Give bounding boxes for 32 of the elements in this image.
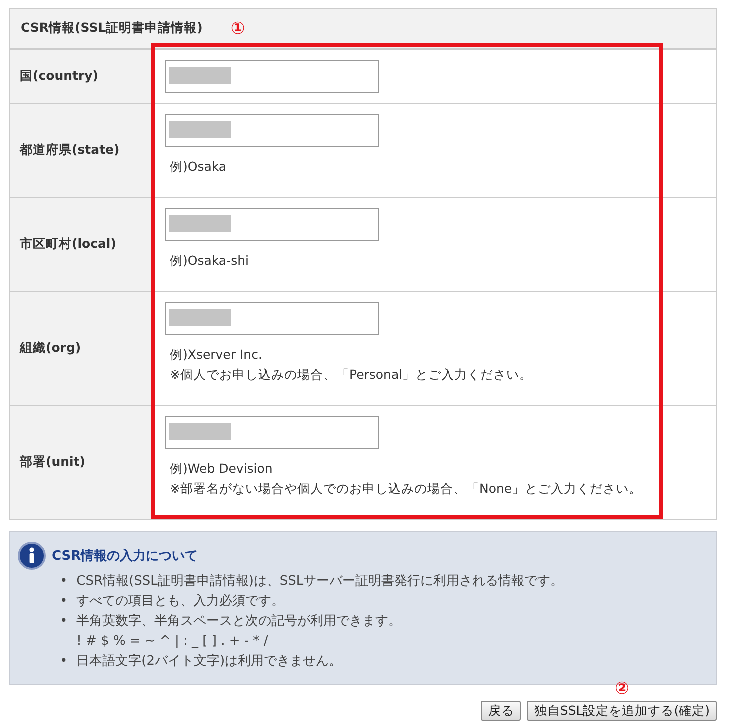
info-title: CSR情報の入力について — [52, 548, 198, 565]
step-marker: ② — [615, 679, 630, 699]
hint-text: ※個人でお申し込みの場合、「Personal」とご入力ください。 — [170, 366, 534, 384]
hint-text: 例)Osaka-shi — [170, 252, 250, 270]
input-field[interactable] — [165, 60, 379, 93]
info-item: 日本語文字(2バイト文字)は利用できません。 — [76, 653, 342, 671]
section-title: CSR情報(SSL証明書申請情報) — [21, 20, 203, 37]
bullet: • — [60, 613, 68, 631]
field-label: 都道府県(state) — [20, 142, 120, 159]
info-item: すべての項目とも、入力必須です。 — [76, 593, 285, 611]
action-button[interactable]: 独自SSL設定を追加する(確定) — [527, 701, 717, 721]
hint-text: ※部署名がない場合や個人でのお申し込みの場合、「None」とご入力ください。 — [170, 480, 644, 498]
step-marker: ① — [230, 18, 246, 38]
action-button[interactable]: 戻る — [481, 701, 522, 721]
field-label: 国(country) — [20, 68, 99, 85]
bullet: • — [60, 573, 68, 591]
info-item: CSR情報(SSL証明書申請情報)は、SSLサーバー証明書発行に利用される情報です。 — [76, 573, 564, 591]
hint-text: 例)Web Devision — [170, 460, 274, 478]
field-label: 部署(unit) — [20, 454, 86, 471]
symbol-list: ! # $ % = ~ ^ | : _ [ ] . + - * / — [76, 632, 402, 652]
field-label: 市区町村(local) — [20, 236, 116, 253]
input-field[interactable] — [165, 302, 379, 335]
field-label: 組織(org) — [20, 340, 82, 357]
hint-text: 例)Xserver Inc. — [170, 346, 264, 364]
info-icon — [18, 542, 46, 570]
bullet: • — [60, 593, 68, 611]
hint-text: 例)Osaka — [170, 158, 228, 176]
input-field[interactable] — [165, 114, 379, 147]
input-field[interactable] — [165, 416, 379, 449]
input-field[interactable] — [165, 208, 379, 241]
info-item: 半角英数字、半角スペースと次の記号が利用できます。 — [76, 613, 402, 631]
bullet: • — [60, 653, 68, 671]
